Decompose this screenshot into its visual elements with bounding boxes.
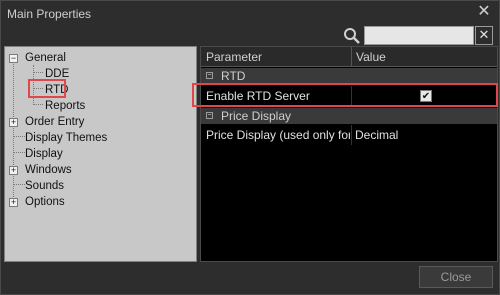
tree-item-options[interactable]: Options xyxy=(25,194,65,210)
tree-expand-windows[interactable]: + xyxy=(9,166,18,175)
property-value[interactable]: Decimal xyxy=(355,125,398,145)
property-name: Price Display (used only for xyxy=(206,128,350,142)
group-label: RTD xyxy=(221,69,246,83)
tree-line xyxy=(13,152,25,153)
row-divider xyxy=(351,125,352,145)
highlight-box-enable-rtd xyxy=(192,83,498,107)
tree-line xyxy=(13,136,25,137)
window-title: Main Properties xyxy=(7,7,92,21)
properties-grid: Parameter Value − RTD Enable RTD Server … xyxy=(200,46,498,262)
group-label: Price Display xyxy=(221,109,292,123)
highlight-box-rtd xyxy=(28,79,66,98)
column-header-value[interactable]: Value xyxy=(356,50,386,64)
tree-item-sounds[interactable]: Sounds xyxy=(25,178,64,194)
collapse-icon[interactable]: − xyxy=(206,112,213,119)
tree-item-reports[interactable]: Reports xyxy=(45,98,85,114)
tree-line xyxy=(33,104,43,105)
close-button[interactable]: Close xyxy=(419,266,493,288)
column-divider[interactable] xyxy=(351,47,352,67)
grid-header: Parameter Value xyxy=(201,47,497,67)
main-properties-window: Main Properties ✕ ✕ − General DDE RTD Re… xyxy=(0,0,500,295)
column-header-parameter[interactable]: Parameter xyxy=(206,50,262,64)
tree-collapse-general[interactable]: − xyxy=(9,54,18,63)
tree-line xyxy=(33,72,43,73)
search-icon[interactable] xyxy=(343,27,361,45)
collapse-icon[interactable]: − xyxy=(206,72,213,79)
tree-item-order-entry[interactable]: Order Entry xyxy=(25,114,84,130)
group-row-rtd[interactable]: − RTD xyxy=(201,68,497,84)
clear-icon[interactable]: ✕ xyxy=(475,26,493,45)
tree-item-display[interactable]: Display xyxy=(25,146,63,162)
tree-item-display-themes[interactable]: Display Themes xyxy=(25,130,107,146)
tree-item-general[interactable]: General xyxy=(25,50,66,66)
tree-expand-options[interactable]: + xyxy=(9,198,18,207)
property-row-price-display[interactable]: Price Display (used only for Decimal xyxy=(201,125,497,145)
tree-line xyxy=(13,59,14,203)
title-bar: Main Properties ✕ xyxy=(1,1,499,27)
tree-expand-order-entry[interactable]: + xyxy=(9,118,18,127)
close-icon[interactable]: ✕ xyxy=(475,3,493,21)
search-input[interactable] xyxy=(364,26,474,45)
tree-item-windows[interactable]: Windows xyxy=(25,162,72,178)
group-row-price-display[interactable]: − Price Display xyxy=(201,108,497,124)
tree-line xyxy=(13,184,25,185)
